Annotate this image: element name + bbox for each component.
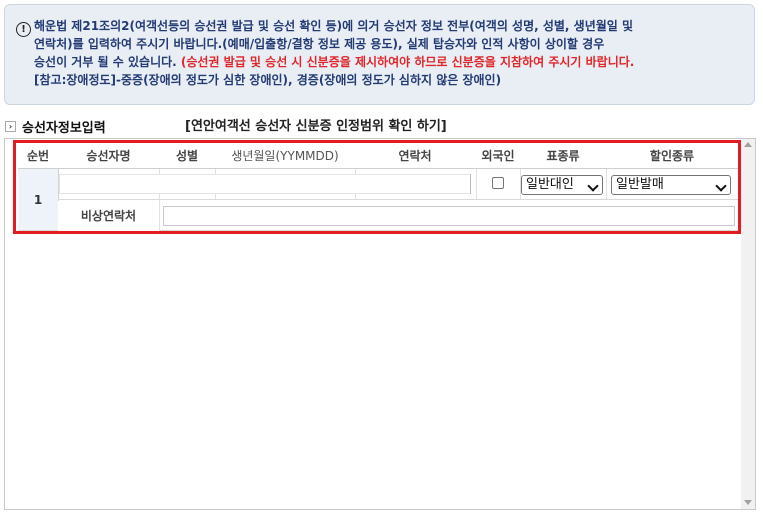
notice-line-3a: 승선이 거부 될 수 있습니다. bbox=[34, 55, 181, 69]
discount-type-value: 일반발매 bbox=[616, 177, 664, 192]
notice-warning-text: (승선권 발급 및 승선 시 신분증을 제시하여야 하므로 신분증을 지참하여 … bbox=[180, 55, 635, 69]
header-foreigner: 외국인 bbox=[481, 149, 515, 163]
scroll-up-arrow-icon[interactable] bbox=[744, 142, 752, 147]
header-seq: 순번 bbox=[26, 149, 50, 163]
notice-line-1: 해운법 제21조의2(여객선등의 승선권 발급 및 승선 확인 등)에 의거 승… bbox=[34, 19, 634, 33]
chevron-right-icon: › bbox=[5, 121, 16, 132]
header-contact: 연락처 bbox=[398, 149, 432, 163]
cell-separator bbox=[476, 169, 477, 199]
ticket-type-select[interactable]: 일반대인 bbox=[521, 175, 603, 195]
cell-separator bbox=[606, 169, 607, 199]
emergency-contact-input[interactable] bbox=[163, 206, 735, 226]
exclamation-circle-icon: ! bbox=[16, 22, 31, 37]
notice-line-3: 승선이 거부 될 수 있습니다. (승선권 발급 및 승선 시 신분증을 제시하… bbox=[34, 53, 734, 71]
passenger-info-tab-label: 승선자정보입력 bbox=[22, 121, 106, 136]
header-birth: 생년월일(YYMMDD) bbox=[231, 149, 339, 163]
passenger-info-tab[interactable]: › 승선자정보입력 bbox=[5, 117, 106, 136]
foreigner-checkbox[interactable] bbox=[492, 177, 504, 189]
notice-line-4: [참고:장애정도]-중증(장애의 정도가 심한 장애인), 경증(장애의 정도가… bbox=[34, 73, 502, 87]
notice-box: ! 해운법 제21조의2(여객선등의 승선권 발급 및 승선 확인 등)에 의거… bbox=[4, 4, 755, 105]
header-ticket-type: 표종류 bbox=[546, 149, 580, 163]
header-name: 승선자명 bbox=[86, 149, 131, 163]
notice-text: 해운법 제21조의2(여객선등의 승선권 발급 및 승선 확인 등)에 의거 승… bbox=[34, 17, 734, 89]
ticket-type-value: 일반대인 bbox=[526, 177, 574, 192]
header-gender: 성별 bbox=[175, 149, 199, 163]
notice-line-2: 연락처)를 입력하여 주시기 바랍니다.(예매/입출항/결항 정보 제공 용도)… bbox=[34, 37, 605, 51]
row-seq: 1 bbox=[18, 169, 59, 231]
input-edge bbox=[470, 174, 474, 194]
header-discount-type: 할인종류 bbox=[649, 149, 695, 163]
discount-type-select[interactable]: 일반발매 bbox=[611, 175, 731, 195]
emergency-contact-label: 비상연락처 bbox=[58, 201, 159, 231]
scroll-down-arrow-icon[interactable] bbox=[744, 500, 752, 505]
passenger-info-input[interactable] bbox=[59, 174, 474, 194]
chevron-down-icon bbox=[587, 180, 599, 192]
chevron-down-icon bbox=[715, 180, 727, 192]
id-check-link[interactable]: [연안여객선 승선자 신분증 인정범위 확인 하기] bbox=[185, 115, 447, 134]
row-divider bbox=[58, 199, 738, 200]
passenger-table: 순번 승선자명 성별 생년월일(YYMMDD) 연락처 외국인 표종류 할인종류… bbox=[18, 144, 738, 231]
vertical-scrollbar[interactable] bbox=[741, 139, 755, 509]
